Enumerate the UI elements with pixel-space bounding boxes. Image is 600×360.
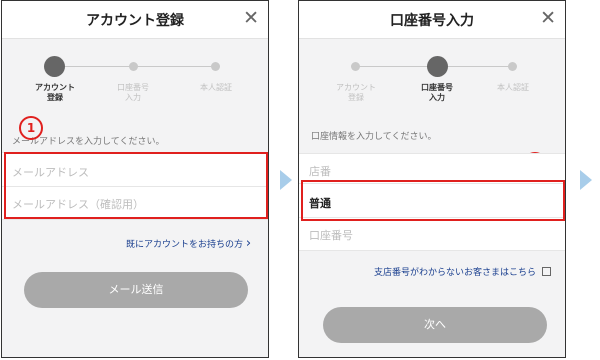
- step-label-account-number: 口座番号 入力: [421, 83, 453, 102]
- step-indicator: アカウント 登録 口座番号 入力 本人認証: [299, 49, 565, 109]
- highlight-frame: [4, 152, 268, 219]
- step-label-account: アカウント 登録: [336, 83, 376, 102]
- header: 口座番号入力 ✕: [299, 1, 565, 39]
- step-label-account: アカウント 登録: [35, 83, 75, 102]
- send-email-button[interactable]: メール送信: [24, 272, 248, 308]
- page-title: アカウント登録: [86, 13, 184, 29]
- step-dot-account-number: [129, 62, 138, 71]
- chevron-right-icon: ›: [245, 236, 252, 251]
- account-number-field[interactable]: 口座番号: [309, 227, 353, 243]
- highlight-frame: [301, 180, 565, 221]
- step-marker-1: 1: [19, 116, 43, 140]
- step-dot-account: [44, 56, 65, 77]
- close-icon[interactable]: ✕: [540, 8, 556, 28]
- account-number-panel: 口座番号入力 ✕ アカウント 登録 口座番号 入力 本人認証 口座情報を入力して…: [298, 0, 566, 358]
- page-title: 口座番号入力: [390, 13, 474, 29]
- header: アカウント登録 ✕: [2, 1, 268, 39]
- step-label-verification: 本人認証: [200, 83, 232, 92]
- step-dot-account-number: [427, 56, 448, 77]
- branch-help-link[interactable]: 支店番号がわからないお客さまはこちら: [374, 265, 551, 278]
- branch-help-link-text: 支店番号がわからないお客さまはこちら: [374, 268, 537, 278]
- arrow-right-icon: [580, 170, 592, 190]
- external-window-icon: [541, 267, 551, 276]
- account-registration-panel: アカウント登録 ✕ アカウント 登録 口座番号 入力 本人認証 メールアドレスを…: [1, 0, 269, 358]
- step-label-verification: 本人認証: [497, 83, 529, 92]
- step-dot-verification: [211, 62, 220, 71]
- step-label-account-number: 口座番号 入力: [117, 83, 149, 102]
- step-indicator: アカウント 登録 口座番号 入力 本人認証: [2, 49, 268, 109]
- branch-number-field[interactable]: 店番: [309, 163, 331, 179]
- existing-account-link-text: 既にアカウントをお持ちの方: [126, 240, 244, 250]
- existing-account-link[interactable]: 既にアカウントをお持ちの方 ›: [126, 236, 251, 251]
- step-dot-verification: [508, 62, 517, 71]
- close-icon[interactable]: ✕: [243, 8, 259, 28]
- instruction-text: 口座情報を入力してください。: [311, 132, 437, 142]
- arrow-right-icon: [280, 170, 292, 190]
- step-dot-account: [351, 62, 360, 71]
- next-button[interactable]: 次へ: [323, 307, 547, 343]
